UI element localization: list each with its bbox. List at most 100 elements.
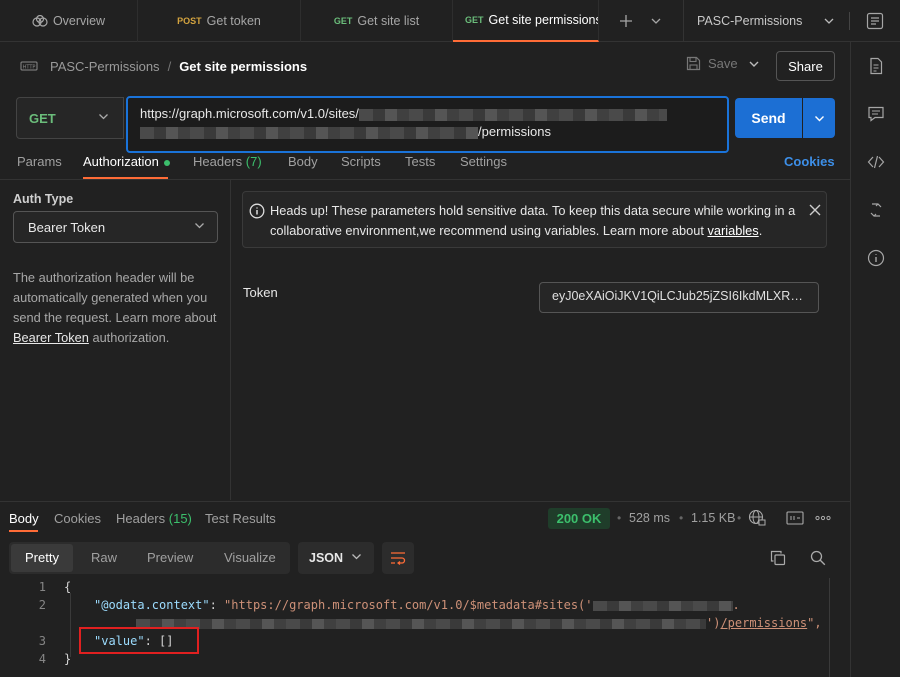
separator-dot: • <box>617 511 622 525</box>
token-input[interactable]: eyJ0eXAiOiJKV1QiLCJub25jZSI6IkdMLXRnT... <box>539 282 819 313</box>
breadcrumb: HTTP PASC-Permissions / Get site permiss… <box>20 56 307 76</box>
format-value: JSON <box>309 551 344 565</box>
plus-icon <box>620 14 632 27</box>
json-string: ", <box>807 616 822 630</box>
tab-body[interactable]: Body <box>288 154 318 169</box>
auth-type-value: Bearer Token <box>28 219 106 235</box>
info-icon <box>249 203 265 219</box>
active-tab-indicator <box>83 177 168 179</box>
tab-headers-label: Headers <box>193 154 243 169</box>
chevron-down-icon <box>352 554 361 560</box>
tab-get-token[interactable]: POST Get token <box>138 0 301 42</box>
view-visualize[interactable]: Visualize <box>224 550 276 565</box>
active-dot-icon <box>163 159 170 166</box>
chevron-down-icon <box>814 115 824 121</box>
highlight-box <box>79 627 199 654</box>
save-response-icon[interactable] <box>786 510 804 526</box>
info-icon[interactable] <box>867 249 885 267</box>
permissions-link[interactable]: /permissions <box>720 616 807 630</box>
scrollbar[interactable] <box>829 578 830 677</box>
auth-type-select[interactable]: Bearer Token <box>13 211 218 243</box>
url-input[interactable]: https://graph.microsoft.com/v1.0/sites/ … <box>126 96 729 153</box>
close-icon[interactable] <box>808 203 822 217</box>
tab-scripts[interactable]: Scripts <box>341 154 381 169</box>
tab-test-results[interactable]: Test Results <box>205 511 276 526</box>
separator-dot: • <box>679 511 684 525</box>
tab-params[interactable]: Params <box>17 154 62 169</box>
tab-response-headers[interactable]: Headers (15) <box>116 511 192 526</box>
tab-settings[interactable]: Settings <box>460 154 507 169</box>
token-label: Token <box>243 285 278 300</box>
format-select[interactable]: JSON <box>298 542 374 574</box>
tab-response-body[interactable]: Body <box>9 511 39 526</box>
wrap-lines-icon <box>391 552 406 565</box>
json-key: "@odata.context" <box>94 598 210 612</box>
sensitive-data-warning: Heads up! These parameters hold sensitiv… <box>242 191 827 248</box>
right-sidebar <box>850 42 900 677</box>
auth-description-end: authorization. <box>88 330 170 345</box>
environment-selector[interactable]: PASC-Permissions <box>683 0 848 42</box>
view-pretty[interactable]: Pretty <box>25 550 59 565</box>
headers-count: (7) <box>245 154 262 169</box>
send-options-button[interactable] <box>803 98 835 138</box>
json-string: . <box>732 598 740 612</box>
redacted-text <box>136 618 706 629</box>
comments-icon[interactable] <box>867 105 885 123</box>
related-collections-icon[interactable] <box>867 201 885 219</box>
tab-overview[interactable]: Overview <box>0 0 138 42</box>
copy-icon[interactable] <box>770 550 786 566</box>
response-time[interactable]: 528 ms <box>629 511 670 525</box>
redacted-text <box>592 600 733 611</box>
auth-type-label: Auth Type <box>13 192 74 206</box>
bearer-token-link[interactable]: Bearer Token <box>13 330 89 345</box>
request-name[interactable]: Get site permissions <box>179 59 307 74</box>
separator-dot: • <box>737 511 742 525</box>
svg-text:HTTP: HTTP <box>23 65 36 71</box>
wrap-lines-button[interactable] <box>382 542 414 574</box>
send-button[interactable]: Send <box>735 98 802 138</box>
variables-link[interactable]: variables <box>707 223 758 238</box>
network-globe-icon[interactable] <box>748 509 766 527</box>
response-size[interactable]: 1.15 KB <box>691 511 735 525</box>
tab-authorization[interactable]: Authorization <box>83 154 170 169</box>
tabs-dropdown-button[interactable] <box>641 0 671 42</box>
method-badge: GET <box>465 14 484 25</box>
method-selector[interactable]: GET <box>16 97 124 139</box>
method-badge: GET <box>333 15 353 26</box>
tab-overview-label: Overview <box>52 13 106 28</box>
response-headers-count: (15) <box>168 511 192 526</box>
code-line-context-cont: ')/permissions", <box>136 616 822 630</box>
documentation-icon[interactable] <box>867 57 885 75</box>
tab-headers[interactable]: Headers (7) <box>193 154 262 169</box>
more-options-icon[interactable] <box>815 514 831 522</box>
tab-authorization-label: Authorization <box>83 154 159 169</box>
save-icon <box>686 56 701 71</box>
breadcrumb-collection[interactable]: PASC-Permissions <box>50 59 160 74</box>
divider <box>849 12 850 30</box>
search-icon[interactable] <box>810 550 826 566</box>
tab-response-headers-label: Headers <box>116 511 166 526</box>
environment-quick-look-icon[interactable] <box>866 12 884 30</box>
share-button[interactable]: Share <box>776 51 835 81</box>
tab-response-cookies[interactable]: Cookies <box>54 511 101 526</box>
view-raw[interactable]: Raw <box>91 550 117 565</box>
request-tabs: Params Authorization Headers (7) Body Sc… <box>0 150 850 180</box>
tab-tests[interactable]: Tests <box>405 154 435 169</box>
url-prefix: https://graph.microsoft.com/v1.0/sites/ <box>140 106 359 121</box>
code-icon[interactable] <box>867 153 885 171</box>
cookies-link[interactable]: Cookies <box>784 154 835 169</box>
new-tab-button[interactable] <box>611 0 641 42</box>
indent-guide <box>70 593 71 657</box>
http-request-icon: HTTP <box>20 61 38 71</box>
tab-get-site-permissions[interactable]: GET Get site permissions <box>453 0 599 42</box>
save-button[interactable]: Save <box>686 56 738 71</box>
status-badge[interactable]: 200 OK <box>548 508 610 529</box>
save-options-chevron-icon[interactable] <box>748 58 760 70</box>
chevron-down-icon <box>99 114 108 120</box>
line-number: 2 <box>38 598 46 612</box>
tab-get-site-list[interactable]: GET Get site list <box>301 0 453 42</box>
overview-icon <box>32 14 48 27</box>
tab-label: Get token <box>206 13 261 28</box>
view-preview[interactable]: Preview <box>147 550 193 565</box>
chevron-down-icon <box>824 18 834 24</box>
